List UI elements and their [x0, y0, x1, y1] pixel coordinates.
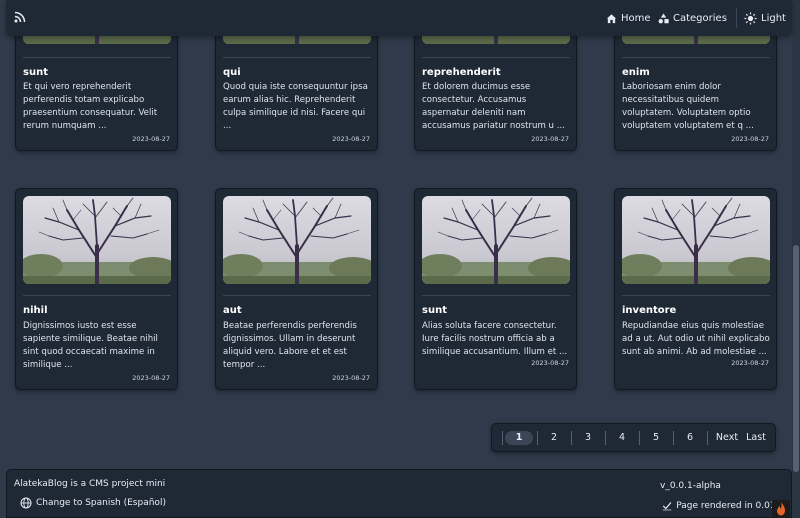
- post-excerpt: Et qui vero reprehenderit perferendis to…: [23, 82, 158, 131]
- post-date: 2023-08-27: [531, 135, 569, 143]
- site-footer: AlatekaBlog is a CMS project mini Change…: [6, 469, 792, 518]
- post-date: 2023-08-27: [531, 359, 569, 367]
- post-thumbnail-image[interactable]: [223, 196, 371, 284]
- post-excerpt: Quod quia iste consequuntur ipsa earum a…: [223, 82, 368, 131]
- last-page-link[interactable]: Last: [744, 431, 768, 445]
- pagination-divider: [502, 431, 503, 445]
- rss-icon[interactable]: [14, 11, 26, 23]
- post-card[interactable]: nihil Dignissimos iusto est esse sapient…: [15, 188, 178, 390]
- nav-home-link[interactable]: Home: [606, 0, 651, 36]
- card-divider: [422, 57, 570, 58]
- shapes-icon: [658, 12, 669, 23]
- flame-icon: [777, 502, 785, 516]
- card-divider: [223, 295, 371, 296]
- post-thumbnail-image[interactable]: [23, 196, 171, 284]
- pagination-divider: [571, 431, 572, 445]
- post-date: 2023-08-27: [132, 135, 170, 143]
- post-thumbnail-image[interactable]: [622, 196, 770, 284]
- page-link-2[interactable]: 2: [547, 431, 561, 445]
- post-excerpt: Repudiandae eius quis molestiae ad a ut.…: [622, 321, 770, 357]
- post-date: 2023-08-27: [332, 374, 370, 382]
- check-icon: [662, 502, 672, 511]
- globe-icon: [20, 497, 32, 509]
- pagination-divider: [673, 431, 674, 445]
- post-date: 2023-08-27: [332, 135, 370, 143]
- debug-toolbar-icon[interactable]: [772, 500, 790, 518]
- nav-divider: [736, 8, 737, 28]
- page-link-4[interactable]: 4: [615, 431, 629, 445]
- post-date: 2023-08-27: [731, 135, 769, 143]
- card-divider: [422, 295, 570, 296]
- theme-label: Light: [761, 12, 786, 24]
- page-link-6[interactable]: 6: [683, 431, 697, 445]
- render-time-text: Page rendered in 0.0197: [676, 500, 787, 511]
- post-excerpt: Alias soluta facere consectetur. Iure fa…: [422, 321, 568, 357]
- pagination-divider: [537, 431, 538, 445]
- page-link-1-active[interactable]: 1: [505, 431, 533, 445]
- post-title[interactable]: aut: [223, 305, 242, 316]
- app-version: v_0.0.1-alpha: [660, 481, 721, 491]
- post-title[interactable]: sunt: [23, 67, 48, 78]
- post-title[interactable]: enim: [622, 67, 650, 78]
- post-excerpt: Beatae perferendis perferendis dignissim…: [223, 321, 357, 370]
- post-title[interactable]: sunt: [422, 305, 447, 316]
- scrollbar-thumb[interactable]: [793, 245, 799, 472]
- post-card[interactable]: inventore Repudiandae eius quis molestia…: [614, 188, 777, 390]
- post-title[interactable]: inventore: [622, 305, 676, 316]
- page-link-5[interactable]: 5: [649, 431, 663, 445]
- nav-home-label: Home: [621, 12, 651, 24]
- pagination-divider: [707, 431, 708, 445]
- card-divider: [223, 57, 371, 58]
- post-excerpt: Et dolorem ducimus esse consectetur. Acc…: [422, 82, 565, 131]
- nav-categories-link[interactable]: Categories: [658, 0, 727, 36]
- page-link-3[interactable]: 3: [581, 431, 595, 445]
- post-card[interactable]: aut Beatae perferendis perferendis digni…: [215, 188, 378, 390]
- post-title[interactable]: qui: [223, 67, 241, 78]
- card-divider: [622, 295, 770, 296]
- sun-icon: [744, 11, 757, 25]
- pagination: 1 2 3 4 5 6 Next Last: [491, 423, 776, 452]
- card-divider: [23, 57, 171, 58]
- post-title[interactable]: reprehenderit: [422, 67, 501, 78]
- card-divider: [23, 295, 171, 296]
- nav-categories-label: Categories: [673, 12, 727, 24]
- pagination-divider: [639, 431, 640, 445]
- post-title[interactable]: nihil: [23, 305, 48, 316]
- change-language-label: Change to Spanish (Español): [36, 498, 166, 508]
- post-thumbnail-image[interactable]: [422, 196, 570, 284]
- post-date: 2023-08-27: [132, 374, 170, 382]
- post-date: 2023-08-27: [731, 359, 769, 367]
- home-icon: [606, 13, 617, 23]
- pagination-divider: [605, 431, 606, 445]
- post-excerpt: Dignissimos iusto est esse sapiente simi…: [23, 321, 158, 370]
- post-excerpt: Laboriosam enim dolor necessitatibus qui…: [622, 82, 754, 131]
- card-divider: [622, 57, 770, 58]
- post-card[interactable]: sunt Alias soluta facere consectetur. Iu…: [414, 188, 577, 390]
- next-page-link[interactable]: Next: [714, 431, 740, 445]
- footer-about-text: AlatekaBlog is a CMS project mini: [14, 479, 166, 489]
- change-language-link[interactable]: Change to Spanish (Español): [20, 497, 166, 509]
- theme-toggle[interactable]: Light: [744, 0, 786, 36]
- render-time: Page rendered in 0.0197: [662, 500, 787, 511]
- top-navbar: Home Categories Light: [6, 0, 792, 36]
